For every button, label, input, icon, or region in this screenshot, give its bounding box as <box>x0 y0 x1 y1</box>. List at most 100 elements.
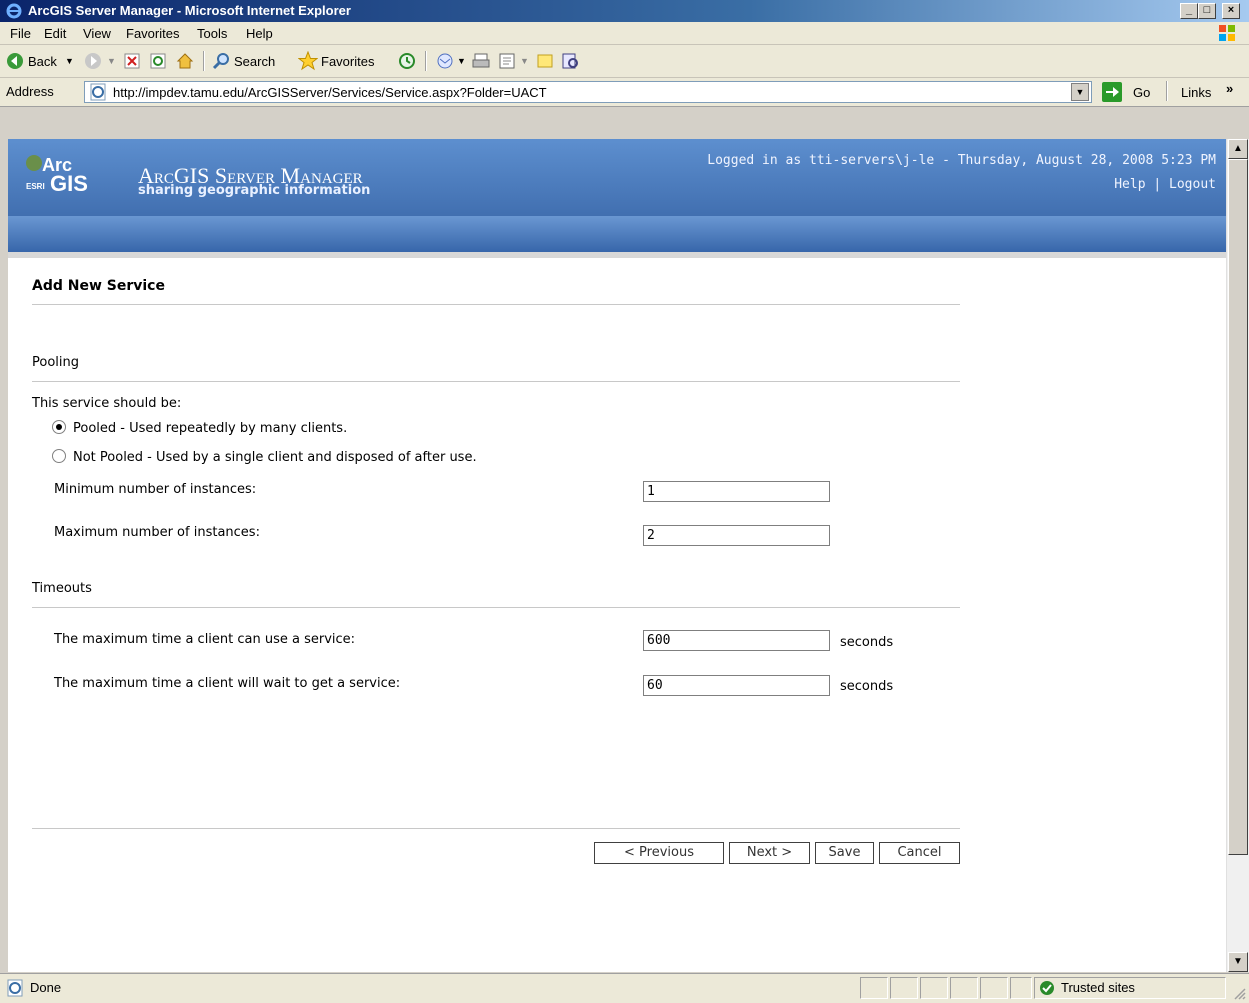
logout-link[interactable]: Logout <box>1169 177 1216 192</box>
window-title: ArcGIS Server Manager - Microsoft Intern… <box>28 3 351 18</box>
back-icon[interactable] <box>6 52 24 70</box>
scroll-up-icon[interactable]: ▲ <box>1228 139 1248 159</box>
edit-dropdown-icon[interactable]: ▼ <box>520 56 529 66</box>
arcgis-logo: Arc ESRI GIS <box>26 155 88 196</box>
favorites-star-icon[interactable] <box>298 51 318 71</box>
trusted-sites-icon <box>1040 981 1054 995</box>
links-button[interactable]: Links <box>1181 85 1211 100</box>
windows-logo-icon <box>1219 25 1235 41</box>
stop-icon[interactable] <box>124 53 140 69</box>
menu-tools[interactable]: Tools <box>197 26 227 41</box>
status-cell <box>860 977 888 999</box>
page-title: Add New Service <box>32 278 165 294</box>
cancel-button[interactable]: Cancel <box>879 842 960 864</box>
resize-grip-icon[interactable] <box>1232 986 1246 1000</box>
help-link[interactable]: Help <box>1114 177 1145 192</box>
vertical-scrollbar[interactable]: ▲ ▼ <box>1226 139 1249 972</box>
divider <box>32 304 960 305</box>
ie-icon <box>6 3 22 19</box>
max-usage-time-label: The maximum time a client can use a serv… <box>54 632 356 647</box>
logo-gis: GIS <box>50 171 88 196</box>
menu-favorites[interactable]: Favorites <box>126 26 179 41</box>
pooled-radio[interactable] <box>52 420 66 434</box>
previous-button[interactable]: < Previous <box>594 842 724 864</box>
address-url: http://impdev.tamu.edu/ArcGISServer/Serv… <box>113 85 547 100</box>
security-zone: Trusted sites <box>1034 977 1226 999</box>
wait-unit-label: seconds <box>840 679 894 694</box>
min-instances-label: Minimum number of instances: <box>54 482 257 497</box>
wizard-buttons: < Previous Next > Save Cancel <box>594 842 964 866</box>
usage-unit-label: seconds <box>840 635 894 650</box>
status-cell <box>1010 977 1032 999</box>
scrollbar-thumb[interactable] <box>1228 159 1248 855</box>
go-arrow-icon[interactable] <box>1102 82 1122 102</box>
min-instances-input[interactable]: 1 <box>643 481 830 502</box>
address-dropdown-icon[interactable]: ▼ <box>1071 83 1089 101</box>
status-cell <box>920 977 948 999</box>
menu-help[interactable]: Help <box>246 26 273 41</box>
close-button[interactable]: × <box>1222 3 1240 19</box>
forward-dropdown-icon[interactable]: ▼ <box>107 56 116 66</box>
divider <box>32 381 960 382</box>
menu-file[interactable]: File <box>10 26 31 41</box>
scroll-down-icon[interactable]: ▼ <box>1228 952 1248 972</box>
app-tagline: sharing geographic information <box>138 183 371 198</box>
mail-dropdown-icon[interactable]: ▼ <box>457 56 466 66</box>
search-icon[interactable] <box>212 52 230 70</box>
pooled-label[interactable]: Pooled - Used repeatedly by many clients… <box>73 421 347 436</box>
timeouts-section-heading: Timeouts <box>32 581 92 596</box>
max-usage-time-input[interactable]: 600 <box>643 630 830 651</box>
back-dropdown-icon[interactable]: ▼ <box>65 56 74 66</box>
not-pooled-radio[interactable] <box>52 449 66 463</box>
pooling-section-heading: Pooling <box>32 355 79 370</box>
status-cell <box>980 977 1008 999</box>
address-input[interactable]: http://impdev.tamu.edu/ArcGISServer/Serv… <box>84 81 1092 103</box>
window-titlebar: ArcGIS Server Manager - Microsoft Intern… <box>0 0 1249 22</box>
edit-icon[interactable] <box>498 52 516 70</box>
forward-icon[interactable] <box>84 52 102 70</box>
address-label: Address <box>6 84 54 99</box>
status-cell <box>950 977 978 999</box>
discuss-icon[interactable] <box>536 52 554 70</box>
page-viewport: Arc ESRI GIS ArcGIS Server Manager shari… <box>8 139 1226 972</box>
menu-view[interactable]: View <box>83 26 111 41</box>
maximize-button[interactable]: □ <box>1198 3 1216 19</box>
max-wait-time-label: The maximum time a client will wait to g… <box>54 676 401 691</box>
print-icon[interactable] <box>472 52 490 70</box>
max-instances-label: Maximum number of instances: <box>54 525 260 540</box>
status-cell <box>890 977 918 999</box>
login-status: Logged in as tti-servers\j-le - Thursday… <box>707 153 1216 168</box>
service-type-prompt: This service should be: <box>32 396 182 411</box>
refresh-icon[interactable] <box>150 53 166 69</box>
save-button[interactable]: Save <box>815 842 874 864</box>
logo-esri: ESRI <box>26 182 45 191</box>
mail-icon[interactable] <box>435 52 455 70</box>
history-icon[interactable] <box>398 52 416 70</box>
go-button[interactable]: Go <box>1133 85 1150 100</box>
page-icon <box>90 83 106 101</box>
back-button[interactable]: Back <box>28 54 57 69</box>
toolbar-separator <box>1166 81 1168 101</box>
max-instances-input[interactable]: 2 <box>643 525 830 546</box>
page-done-icon <box>7 979 23 997</box>
home-icon[interactable] <box>176 52 194 70</box>
search-button[interactable]: Search <box>234 54 275 69</box>
chevron-right-icon[interactable]: » <box>1226 81 1233 96</box>
next-button[interactable]: Next > <box>729 842 810 864</box>
max-wait-time-input[interactable]: 60 <box>643 675 830 696</box>
status-bar: Done Trusted sites <box>0 973 1249 1003</box>
link-separator: | <box>1153 177 1162 192</box>
status-text: Done <box>30 980 62 995</box>
header-banner: Arc ESRI GIS ArcGIS Server Manager shari… <box>8 139 1226 216</box>
minimize-button[interactable]: _ <box>1180 3 1198 19</box>
radio-selected-dot <box>56 424 62 430</box>
header-links: Help | Logout <box>1114 177 1216 192</box>
zone-label: Trusted sites <box>1061 980 1135 995</box>
not-pooled-label[interactable]: Not Pooled - Used by a single client and… <box>73 450 477 465</box>
header-divider <box>8 252 1226 258</box>
research-icon[interactable] <box>560 51 580 71</box>
toolbar-separator <box>425 51 427 71</box>
favorites-button[interactable]: Favorites <box>321 54 374 69</box>
menu-edit[interactable]: Edit <box>44 26 66 41</box>
divider <box>32 828 960 829</box>
